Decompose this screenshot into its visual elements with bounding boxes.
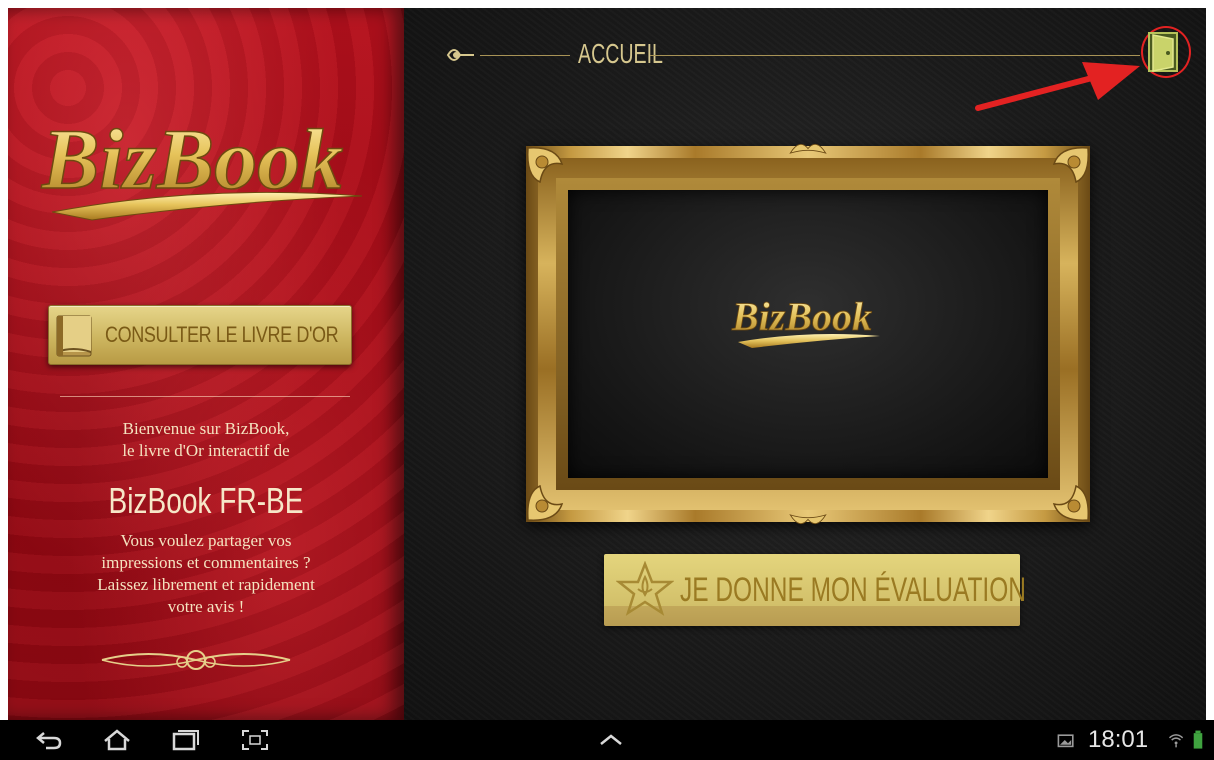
page-title: ACCUEIL (578, 38, 663, 69)
welcome-line-1: Bienvenue sur BizBook, (122, 419, 290, 438)
sidebar-divider (60, 396, 350, 397)
message-line-2: impressions et commentaires ? (101, 553, 311, 572)
book-icon (56, 315, 92, 357)
message-line-1: Vous voulez partager vos (120, 531, 292, 550)
flourish-ornament-icon (101, 650, 291, 670)
bizbook-logo: BizBook (40, 110, 363, 221)
fleur-star-icon (616, 561, 674, 616)
door-exit-icon[interactable] (1146, 30, 1180, 74)
welcome-block: Bienvenue sur BizBook, le livre d'Or int… (8, 418, 404, 618)
main-content: ACCUEIL BizBook JE DONNE MON ÉVALUATION (404, 8, 1206, 720)
home-icon[interactable] (102, 728, 132, 752)
company-name: BizBook FR-BE (108, 480, 304, 521)
frame-corner-ornament-top-left-icon (527, 147, 564, 184)
frame-corner-ornament-bottom-left-icon (527, 484, 564, 521)
give-evaluation-label: JE DONNE MON ÉVALUATION (680, 570, 1026, 609)
system-navigation-bar: 18:01 (0, 720, 1214, 760)
welcome-line-2: le livre d'Or interactif de (122, 441, 290, 460)
consult-guestbook-button[interactable]: CONSULTER LE LIVRE D'OR (48, 305, 352, 365)
status-time: 18:01 (1088, 726, 1149, 753)
chevron-up-icon[interactable] (596, 728, 626, 752)
frame-bottom-center-ornament-icon (789, 514, 827, 525)
frame-screen: BizBook (568, 190, 1048, 478)
recent-apps-icon[interactable] (170, 728, 200, 752)
header-line-left (480, 55, 570, 56)
give-evaluation-button[interactable]: JE DONNE MON ÉVALUATION (604, 554, 1026, 626)
fleur-de-lis-icon (446, 49, 474, 61)
sidebar: BizBook CONSULTER LE LIVRE D'OR Bienvenu… (8, 8, 404, 720)
gallery-notification-icon (1057, 734, 1074, 748)
frame-corner-ornament-top-right-icon (1052, 147, 1089, 184)
wifi-icon (1168, 734, 1184, 748)
consult-guestbook-label: CONSULTER LE LIVRE D'OR (105, 322, 339, 347)
red-arrow-annotation-icon (975, 62, 1140, 111)
screen: BizBook CONSULTER LE LIVRE D'OR Bienvenu… (0, 0, 1214, 760)
ornate-gold-frame: BizBook (526, 143, 1090, 525)
screenshot-icon[interactable] (240, 728, 270, 752)
frame-corner-ornament-bottom-right-icon (1052, 484, 1089, 521)
message-line-4: votre avis ! (167, 597, 245, 616)
battery-icon (1193, 730, 1203, 749)
bizbook-frame-logo: BizBook (731, 294, 880, 348)
message-line-3: Laissez librement et rapidement (97, 575, 315, 594)
frame-logo-text: BizBook (731, 294, 872, 339)
back-icon[interactable] (34, 728, 64, 752)
frame-top-center-ornament-icon (789, 143, 827, 154)
